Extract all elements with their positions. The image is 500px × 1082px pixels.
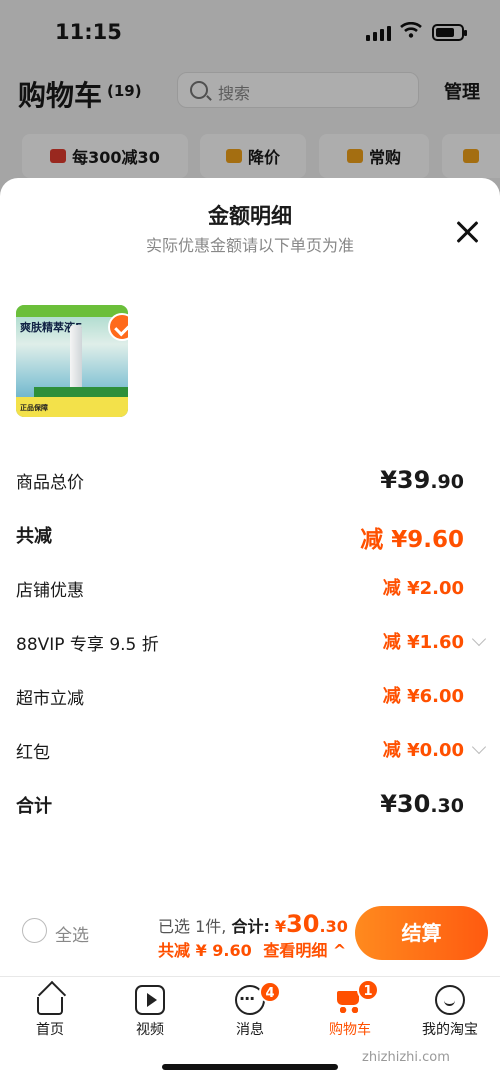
tab-me[interactable]: 我的淘宝 — [410, 985, 490, 1039]
chevron-down-icon[interactable] — [471, 739, 487, 755]
product-badge: 正品保障 — [20, 404, 48, 412]
row-supermarket-discount: 超市立减 减 ¥6.00 — [0, 676, 500, 716]
checkout-summary: 已选 1件, 合计: ¥30.30 — [158, 910, 348, 938]
product-thumbnail[interactable]: 爽肤精萃液5 正品保障 — [16, 305, 128, 417]
select-all-label[interactable]: 全选 — [55, 921, 89, 946]
tab-label: 我的淘宝 — [422, 1022, 478, 1038]
selected-count: 已选 1件, — [158, 917, 227, 936]
video-icon — [135, 985, 165, 1015]
cart-badge: 1 — [357, 979, 379, 1001]
discount-amount: 共减 ¥ 9.60 — [158, 941, 252, 960]
close-icon[interactable] — [456, 220, 480, 244]
tab-label: 视频 — [136, 1022, 164, 1038]
profile-icon — [435, 985, 465, 1015]
checkout-button[interactable]: 结算 — [355, 906, 488, 960]
select-all-checkbox[interactable] — [22, 918, 47, 943]
row-label: 88VIP 专享 9.5 折 — [16, 635, 159, 655]
tab-cart[interactable]: 1 购物车 — [310, 979, 390, 1039]
product-bottle — [70, 325, 82, 391]
total-label: 合计: — [231, 917, 270, 936]
sheet-title: 金额明细 — [208, 204, 292, 228]
row-value: ¥30.30 — [380, 790, 464, 818]
row-subtotal: 商品总价 ¥39.90 — [0, 460, 500, 500]
row-label: 商品总价 — [16, 473, 84, 493]
row-total: 合计 ¥30.30 — [0, 784, 500, 824]
discount-summary: 共减 ¥ 9.60 查看明细 ^ — [158, 937, 346, 961]
row-label: 超市立减 — [16, 689, 84, 709]
tab-label: 消息 — [236, 1022, 264, 1038]
row-vip-discount[interactable]: 88VIP 专享 9.5 折 减 ¥1.60 — [0, 622, 500, 662]
chevron-down-icon[interactable] — [471, 631, 487, 647]
row-label: 合计 — [16, 796, 52, 817]
message-icon: 4 — [235, 981, 281, 1015]
message-badge: 4 — [259, 981, 281, 1003]
tab-messages[interactable]: 4 消息 — [210, 981, 290, 1039]
tab-label: 首页 — [36, 1022, 64, 1038]
row-value: 减 ¥1.60 — [382, 632, 464, 653]
view-details-toggle[interactable]: 查看明细 ^ — [263, 941, 346, 960]
home-icon — [37, 980, 67, 1015]
row-label: 共减 — [16, 526, 52, 547]
row-value: 减 ¥2.00 — [382, 578, 464, 599]
tab-video[interactable]: 视频 — [110, 985, 190, 1039]
total-amount: ¥30.30 — [274, 910, 348, 938]
watermark: zhizhizhi.com — [362, 1050, 450, 1065]
tab-label: 购物车 — [329, 1022, 371, 1038]
home-indicator — [162, 1064, 338, 1070]
sheet-subtitle: 实际优惠金额请以下单页为准 — [145, 236, 354, 255]
row-value: 减 ¥6.00 — [382, 686, 464, 707]
row-label: 红包 — [16, 743, 50, 763]
row-total-discount: 共减 减 ¥9.60 — [0, 514, 500, 554]
row-shop-discount: 店铺优惠 减 ¥2.00 — [0, 568, 500, 608]
cart-icon: 1 — [335, 979, 379, 1015]
row-value: ¥39.90 — [380, 466, 464, 494]
row-value: 减 ¥9.60 — [360, 527, 464, 553]
tab-home[interactable]: 首页 — [10, 980, 90, 1039]
row-red-packet[interactable]: 红包 减 ¥0.00 — [0, 730, 500, 770]
checkmark-icon[interactable] — [108, 313, 128, 341]
row-label: 店铺优惠 — [16, 581, 84, 601]
row-value: 减 ¥0.00 — [382, 740, 464, 761]
